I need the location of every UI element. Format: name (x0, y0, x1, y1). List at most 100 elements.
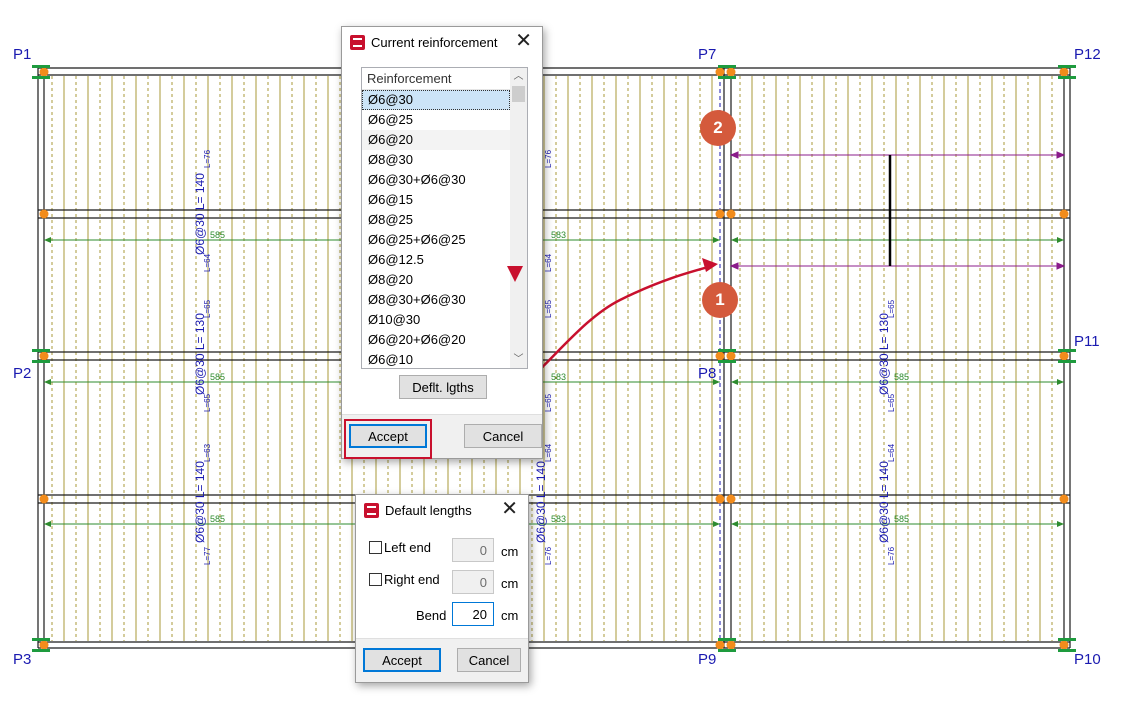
rebar-length-label: L=76 (887, 546, 896, 565)
rebar-length-label: L=63 (203, 443, 212, 462)
support-marker (718, 649, 736, 652)
rebar-length-label: L=65 (544, 393, 553, 412)
close-icon[interactable]: ✕ (501, 499, 518, 519)
support-node (726, 640, 736, 650)
support-marker (718, 349, 736, 352)
dialog-titlebar[interactable]: Default lengths ✕ (356, 495, 528, 525)
support-node (39, 494, 49, 504)
support-node (726, 67, 736, 77)
scroll-indicator-icon (507, 266, 523, 282)
default-lengths-button[interactable]: Deflt. lgths (399, 375, 487, 399)
pillar-label-p7: P7 (698, 46, 717, 63)
support-marker (32, 638, 50, 641)
floor-plan-canvas[interactable]: Ø6@30 L= 140 Ø6@30 L= 130 Ø6@30 L= 140 L=76… (0, 0, 1121, 703)
support-marker (1058, 638, 1076, 641)
list-item[interactable]: Ø6@20+Ø6@20 (362, 330, 510, 350)
list-scrollbar[interactable]: ︿ ﹀ (510, 68, 527, 368)
support-node (715, 351, 725, 361)
current-reinforcement-dialog: Current reinforcement ✕ Reinforcement Ø6… (341, 26, 543, 459)
scroll-thumb[interactable] (512, 86, 525, 102)
dimension-value: 585 (894, 514, 909, 524)
rebar-length-label: L=64 (203, 253, 212, 272)
scroll-up-icon[interactable]: ︿ (510, 68, 527, 85)
reinforcement-listbox[interactable]: Reinforcement Ø6@30 Ø6@25 Ø6@20 Ø8@30 Ø6@30+… (361, 67, 528, 369)
dimension-arrow (713, 521, 720, 527)
pillar-label-p10: P10 (1074, 651, 1101, 668)
dialog-titlebar[interactable]: Current reinforcement ✕ (342, 27, 542, 57)
list-item[interactable]: Ø6@25 (362, 110, 510, 130)
list-item[interactable]: Ø10@30 (362, 310, 510, 330)
highlight-box (344, 419, 432, 459)
support-node (39, 351, 49, 361)
scroll-down-icon[interactable]: ﹀ (510, 351, 527, 368)
dimension-value: 585 (894, 372, 909, 382)
right-end-label: Right end (384, 572, 440, 587)
callout-arrowhead (702, 258, 718, 272)
support-node (715, 494, 725, 504)
support-node (39, 640, 49, 650)
support-node (726, 494, 736, 504)
support-nodes (32, 65, 1076, 652)
rebar-length-label: L=76 (544, 149, 553, 168)
list-item[interactable]: Ø6@10 (362, 350, 510, 368)
close-icon[interactable]: ✕ (515, 31, 532, 51)
cancel-button[interactable]: Cancel (464, 424, 542, 448)
rebar-label: Ø6@30 L= 140 (534, 461, 548, 543)
list-item[interactable]: Ø6@30 (362, 90, 510, 110)
list-item[interactable]: Ø8@20 (362, 270, 510, 290)
support-marker (718, 360, 736, 363)
support-node (1059, 67, 1069, 77)
dimension-arrow (731, 379, 738, 385)
pillar-label-p3: P3 (13, 651, 32, 668)
support-marker (32, 360, 50, 363)
rebar-length-label: L=77 (203, 546, 212, 565)
pillar-label-p1: P1 (13, 46, 32, 63)
right-end-unit: cm (501, 576, 519, 591)
cancel-button[interactable]: Cancel (457, 648, 521, 672)
callout-badge-1: 1 (702, 282, 738, 318)
rebar-length-label: L=64 (544, 253, 553, 272)
support-marker (718, 76, 736, 79)
support-marker (32, 76, 50, 79)
dimension-arrow (44, 521, 51, 527)
right-end-checkbox[interactable] (369, 573, 382, 586)
list-item[interactable]: Ø6@30+Ø6@30 (362, 170, 510, 190)
rebar-label: Ø6@30 L= 130 (877, 313, 891, 395)
dimension-arrow (44, 237, 51, 243)
support-node (726, 351, 736, 361)
dimension-arrow (731, 237, 738, 243)
support-marker (718, 65, 736, 68)
bend-field[interactable]: 20 (452, 602, 494, 626)
left-end-checkbox[interactable] (369, 541, 382, 554)
dimension-value: 583 (551, 514, 566, 524)
dialog-title: Default lengths (385, 503, 472, 518)
list-item[interactable]: Ø6@20 (362, 130, 510, 150)
rebar-length-label: L=64 (887, 443, 896, 462)
bend-label: Bend (416, 608, 447, 623)
dimension-arrow (1057, 237, 1064, 243)
support-node (715, 67, 725, 77)
dimension-value: 583 (551, 372, 566, 382)
accept-button[interactable]: Accept (363, 648, 441, 672)
right-end-field[interactable]: 0 (452, 570, 494, 594)
list-item[interactable]: Ø8@25 (362, 210, 510, 230)
callout-badge-2: 2 (700, 110, 736, 146)
list-item[interactable]: Ø6@15 (362, 190, 510, 210)
rebar-label: Ø6@30 L= 130 (193, 313, 207, 395)
support-marker (718, 638, 736, 641)
support-node (726, 209, 736, 219)
dimension-value: 585 (210, 372, 225, 382)
pillar-label-p11: P11 (1074, 333, 1100, 350)
dimension-arrow (1057, 379, 1064, 385)
rebar-length-label: L=65 (544, 299, 553, 318)
support-marker (1058, 76, 1076, 79)
list-item[interactable]: Ø6@25+Ø6@25 (362, 230, 510, 250)
list-item[interactable]: Ø8@30+Ø6@30 (362, 290, 510, 310)
left-end-field[interactable]: 0 (452, 538, 494, 562)
support-node (715, 209, 725, 219)
support-node (1059, 640, 1069, 650)
list-item[interactable]: Ø8@30 (362, 150, 510, 170)
list-item[interactable]: Ø6@12.5 (362, 250, 510, 270)
dimension-arrow (731, 521, 738, 527)
rebar-length-label: L=76 (203, 149, 212, 168)
